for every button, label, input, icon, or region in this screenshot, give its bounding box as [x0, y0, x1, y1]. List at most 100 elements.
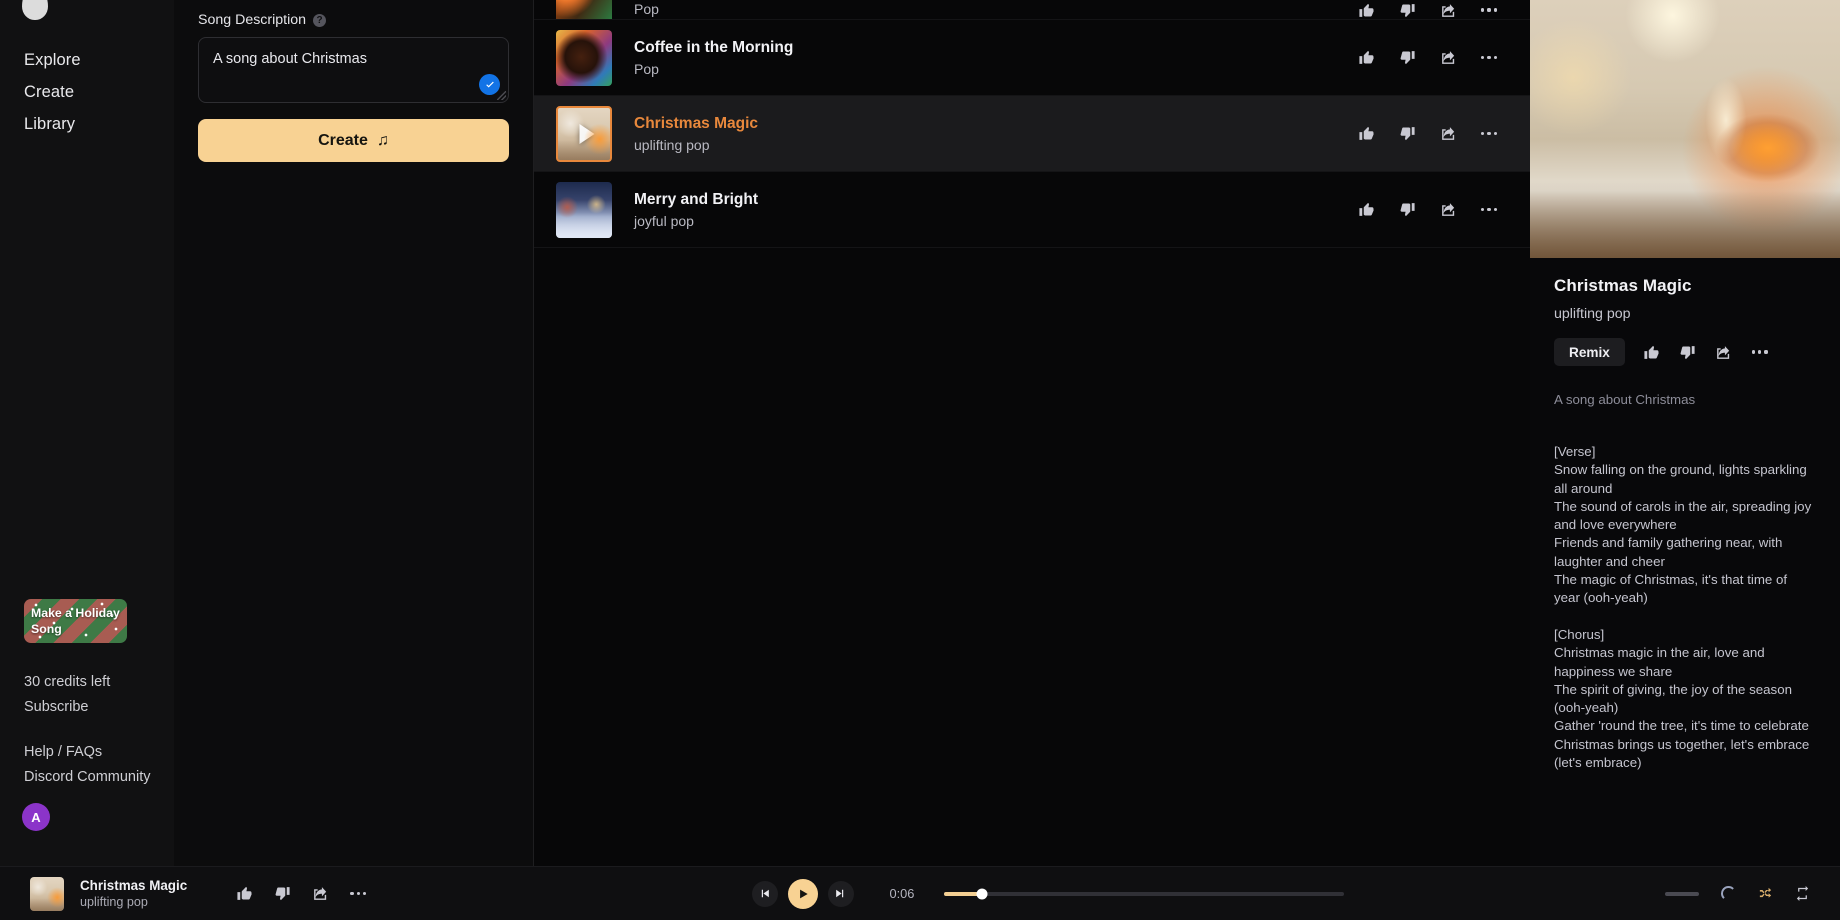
sidebar-item-create[interactable]: Create	[24, 76, 150, 108]
player-track-genre: uplifting pop	[80, 894, 148, 909]
playback-time: 0:06	[889, 886, 915, 901]
player-now-playing: Christmas Magic uplifting pop	[0, 876, 430, 911]
more-options-icon[interactable]	[1751, 343, 1769, 361]
holiday-song-promo-banner[interactable]: Make a Holiday Song	[24, 599, 127, 643]
volume-slider[interactable]	[1665, 891, 1699, 896]
player-thumbnail[interactable]	[30, 876, 64, 911]
song-genre: Pop	[634, 1, 659, 17]
detail-song-title: Christmas Magic	[1554, 276, 1692, 295]
user-avatar[interactable]: A	[22, 803, 50, 831]
song-info: Christmas Magic uplifting pop	[634, 113, 1357, 155]
song-list: Pop Coffee in the Morning Pop Christmas …	[534, 0, 1530, 866]
detail-description: A song about Christmas	[1554, 392, 1696, 407]
more-options-icon[interactable]	[1480, 49, 1498, 67]
player-track-actions	[235, 885, 367, 903]
list-item[interactable]: Christmas Magic uplifting pop	[534, 96, 1530, 172]
more-options-icon[interactable]	[1480, 201, 1498, 219]
song-genre: joyful pop	[634, 212, 694, 229]
more-options-icon[interactable]	[1480, 1, 1498, 19]
more-options-icon[interactable]	[349, 885, 367, 903]
song-title: Merry and Bright	[634, 190, 759, 208]
song-info: Merry and Bright joyful pop	[634, 189, 1357, 231]
sidebar: Explore Create Library Make a Holiday So…	[0, 0, 174, 866]
row-actions	[1357, 1, 1498, 19]
song-thumbnail[interactable]	[556, 181, 612, 238]
thumbs-up-icon[interactable]	[1357, 201, 1375, 219]
song-lyrics: [Verse] Snow falling on the ground, ligh…	[1554, 444, 1812, 771]
thumbs-up-icon[interactable]	[1357, 1, 1375, 19]
list-item[interactable]: Merry and Bright joyful pop	[534, 172, 1530, 248]
share-icon[interactable]	[1439, 49, 1457, 67]
previous-track-button[interactable]	[751, 880, 778, 907]
row-actions	[1357, 125, 1498, 143]
more-options-icon[interactable]	[1480, 125, 1498, 143]
song-title: Coffee in the Morning	[634, 38, 794, 56]
share-icon[interactable]	[1439, 1, 1457, 19]
list-item[interactable]: Pop	[534, 0, 1530, 20]
song-detail-panel: Christmas Magic uplifting pop Remix A so…	[1530, 0, 1840, 866]
song-description-box[interactable]	[198, 37, 509, 103]
song-thumbnail[interactable]	[556, 105, 612, 162]
loading-spinner-icon[interactable]	[1721, 886, 1736, 901]
play-icon[interactable]	[579, 123, 595, 144]
song-cover-art	[1530, 0, 1840, 258]
detail-actions: Remix	[1554, 338, 1816, 366]
thumbs-up-icon[interactable]	[1643, 343, 1661, 361]
song-thumbnail[interactable]	[556, 29, 612, 86]
subscribe-link[interactable]: Subscribe	[24, 695, 174, 720]
song-info: Coffee in the Morning Pop	[634, 37, 1357, 79]
thumbs-up-icon[interactable]	[1357, 49, 1375, 67]
discord-community-link[interactable]: Discord Community	[24, 765, 174, 790]
thumbs-down-icon[interactable]	[1398, 201, 1416, 219]
list-item[interactable]: Coffee in the Morning Pop	[534, 20, 1530, 96]
textarea-resize-handle[interactable]	[497, 91, 506, 100]
promo-label: Make a Holiday Song	[31, 606, 120, 636]
player-bar: Christmas Magic uplifting pop 0:06	[0, 866, 1840, 920]
next-track-button[interactable]	[827, 880, 854, 907]
create-button-label: Create	[318, 131, 368, 149]
create-button[interactable]: Create ♫	[198, 119, 509, 162]
repeat-icon[interactable]	[1795, 886, 1810, 901]
thumbs-up-icon[interactable]	[235, 885, 253, 903]
seek-knob[interactable]	[976, 888, 987, 899]
song-description-label-row: Song Description ?	[198, 12, 509, 28]
seek-slider[interactable]	[943, 888, 1344, 899]
sidebar-item-library[interactable]: Library	[24, 108, 150, 140]
share-icon[interactable]	[1439, 125, 1457, 143]
credits-left-label: 30 credits left	[24, 674, 111, 690]
remix-button[interactable]: Remix	[1554, 338, 1625, 366]
help-faqs-link[interactable]: Help / FAQs	[24, 740, 174, 765]
create-panel: Song Description ? Create ♫	[174, 0, 534, 866]
player-right-controls	[1665, 886, 1840, 901]
song-detail-body: Christmas Magic uplifting pop Remix A so…	[1530, 258, 1840, 772]
sidebar-nav: Explore Create Library	[24, 0, 150, 140]
music-note-icon: ♫	[376, 131, 389, 149]
help-icon[interactable]: ?	[313, 13, 327, 27]
song-description-label: Song Description	[198, 12, 307, 28]
sidebar-item-explore[interactable]: Explore	[24, 44, 150, 76]
share-icon[interactable]	[1715, 343, 1733, 361]
song-genre: Pop	[634, 60, 659, 77]
thumbs-down-icon[interactable]	[1398, 125, 1416, 143]
thumbs-down-icon[interactable]	[1398, 1, 1416, 19]
thumbs-down-icon[interactable]	[1679, 343, 1697, 361]
check-icon	[485, 81, 494, 88]
song-thumbnail[interactable]	[556, 0, 612, 19]
row-actions	[1357, 49, 1498, 67]
thumbs-down-icon[interactable]	[1398, 49, 1416, 67]
share-icon[interactable]	[1439, 201, 1457, 219]
row-actions	[1357, 201, 1498, 219]
thumbs-down-icon[interactable]	[273, 885, 291, 903]
player-transport-section: 0:06	[430, 878, 1665, 909]
detail-song-genre: uplifting pop	[1554, 306, 1631, 322]
song-info: Pop	[634, 0, 1357, 19]
thumbs-up-icon[interactable]	[1357, 125, 1375, 143]
app-root: Explore Create Library Make a Holiday So…	[0, 0, 1840, 920]
previous-track-icon	[761, 889, 769, 898]
play-pause-button[interactable]	[787, 878, 818, 909]
shuffle-icon[interactable]	[1758, 886, 1773, 901]
share-icon[interactable]	[311, 885, 329, 903]
next-track-icon	[836, 889, 844, 898]
player-transport	[751, 878, 854, 909]
song-description-input[interactable]	[213, 49, 494, 89]
